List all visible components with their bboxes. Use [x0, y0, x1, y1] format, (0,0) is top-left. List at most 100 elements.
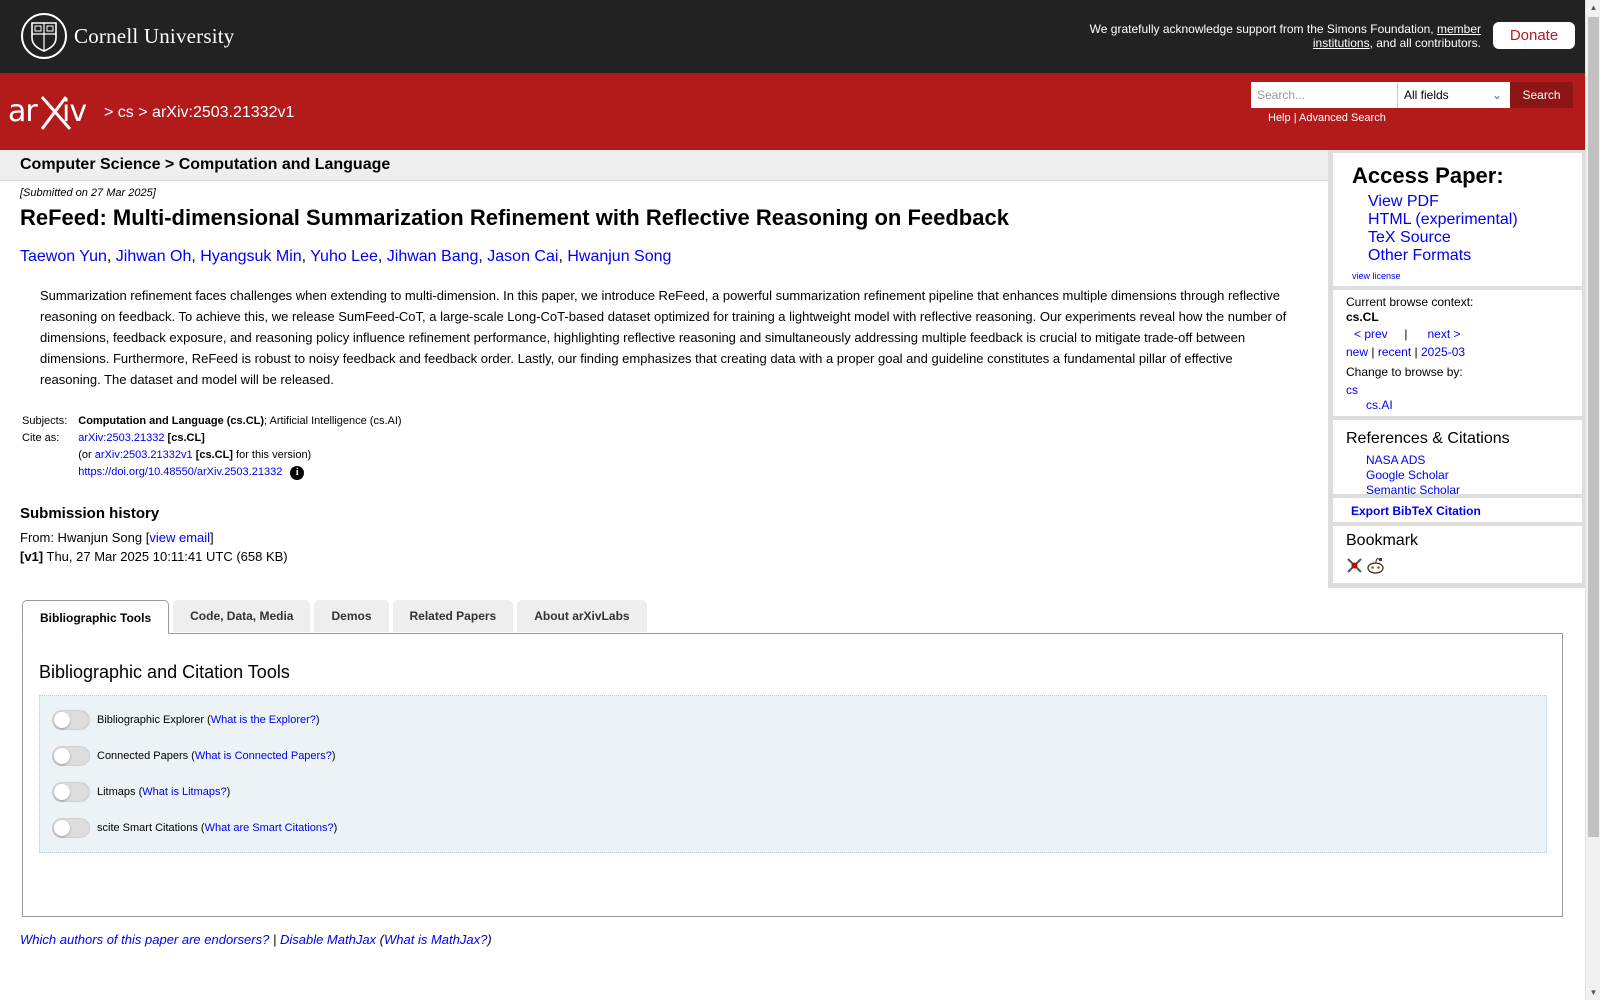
next-link[interactable]: next >	[1428, 327, 1461, 341]
scite-info-link[interactable]: What are Smart Citations?	[205, 822, 334, 834]
litmaps-toggle[interactable]	[52, 782, 90, 802]
export-bibtex-link[interactable]: Export BibTeX Citation	[1351, 504, 1481, 518]
tools-list: Bibliographic Explorer (What is the Expl…	[39, 695, 1547, 853]
search-input[interactable]: Search...	[1251, 82, 1397, 108]
page: Cornell University We gratefully acknowl…	[0, 0, 1585, 1000]
view-pdf-link[interactable]: View PDF	[1368, 193, 1518, 211]
references-box: References & Citations NASA ADS Google S…	[1333, 420, 1582, 497]
access-paper-heading: Access Paper:	[1352, 163, 1504, 188]
metadata-table: Subjects: Computation and Language (cs.C…	[20, 413, 404, 483]
search-field-select[interactable]: All fields ⌄	[1397, 82, 1510, 108]
category-heading: Computer Science > Computation and Langu…	[20, 156, 391, 173]
info-icon[interactable]: i	[290, 466, 305, 480]
author-link[interactable]: Taewon Yun	[20, 248, 107, 265]
bookmark-heading: Bookmark	[1346, 532, 1419, 549]
browse-lists: new | recent | 2025-03	[1346, 345, 1466, 359]
references-links: NASA ADS Google Scholar Semantic Scholar	[1366, 453, 1460, 498]
cornell-logo[interactable]: Cornell University	[21, 13, 235, 59]
abstract: Summarization refinement faces challenge…	[40, 288, 1287, 387]
chevron-down-icon: ⌄	[1491, 88, 1502, 102]
category-bar: Computer Science > Computation and Langu…	[0, 150, 1328, 181]
context-label: Current browse context:	[1346, 295, 1474, 309]
prev-link[interactable]: < prev	[1354, 327, 1388, 341]
access-paper-box: Access Paper: View PDF HTML (experimenta…	[1333, 153, 1582, 286]
semantic-scholar-link[interactable]: Semantic Scholar	[1366, 483, 1460, 498]
tex-source-link[interactable]: TeX Source	[1368, 229, 1518, 247]
bibsonomy-icon[interactable]	[1346, 557, 1363, 574]
submission-version: [v1] Thu, 27 Mar 2025 10:11:41 UTC (658 …	[20, 549, 288, 564]
cite-label: Cite as:	[22, 432, 60, 444]
reddit-icon[interactable]	[1366, 557, 1385, 574]
connected-papers-info-link[interactable]: What is Connected Papers?	[195, 750, 332, 762]
sidebar: Access Paper: View PDF HTML (experimenta…	[1328, 150, 1585, 588]
cite-id-link[interactable]: arXiv:2503.21332	[78, 432, 164, 444]
month-link[interactable]: 2025-03	[1421, 345, 1465, 359]
endorsers-link[interactable]: Which authors of this paper are endorser…	[20, 932, 269, 947]
search-button[interactable]: Search	[1510, 82, 1573, 108]
help-link[interactable]: Help	[1268, 112, 1291, 124]
submission-history-heading: Submission history	[20, 505, 160, 522]
scroll-down-icon[interactable]: ▼	[1586, 985, 1600, 1000]
donate-button[interactable]: Donate	[1493, 22, 1575, 49]
author-link[interactable]: Yuho Lee	[310, 248, 378, 265]
litmaps-info-link[interactable]: What is Litmaps?	[142, 786, 226, 798]
subjects-value: Computation and Language (cs.CL); Artifi…	[78, 415, 402, 427]
other-formats-link[interactable]: Other Formats	[1368, 247, 1518, 265]
context-value: cs.CL	[1346, 310, 1379, 324]
cite-version: (or arXiv:2503.21332v1 [cs.CL] for this …	[78, 449, 312, 461]
author-link[interactable]: Hyangsuk Min	[200, 248, 301, 265]
explorer-toggle[interactable]	[52, 710, 90, 730]
breadcrumb-paper-id: arXiv:2503.21332v1	[152, 104, 295, 121]
bookmark-box: Bookmark	[1333, 526, 1582, 583]
nasa-ads-link[interactable]: NASA ADS	[1366, 453, 1460, 468]
tool-row-connected-papers: Connected Papers (What is Connected Pape…	[52, 746, 336, 766]
bookmark-icons	[1346, 557, 1385, 574]
author-link[interactable]: Hwanjun Song	[567, 248, 671, 265]
recent-link[interactable]: recent	[1378, 345, 1411, 359]
support-message: We gratefully acknowledge support from t…	[1089, 22, 1481, 50]
author-link[interactable]: Jihwan Bang	[387, 248, 479, 265]
browse-csai-link[interactable]: cs.AI	[1366, 398, 1393, 412]
view-email-link[interactable]: view email	[149, 530, 210, 545]
access-links: View PDF HTML (experimental) TeX Source …	[1368, 193, 1518, 265]
doi-link[interactable]: https://doi.org/10.48550/arXiv.2503.2133…	[78, 466, 282, 478]
cite-version-link[interactable]: arXiv:2503.21332v1	[95, 449, 193, 461]
tab-bibliographic-tools[interactable]: Bibliographic Tools	[22, 600, 170, 634]
cornell-seal-icon	[21, 13, 67, 59]
export-box: Export BibTeX Citation	[1333, 498, 1582, 522]
new-link[interactable]: new	[1346, 345, 1368, 359]
author-list: Taewon Yun, Jihwan Oh, Hyangsuk Min, Yuh…	[20, 248, 672, 265]
arxiv-logo[interactable]: ar iv	[8, 91, 100, 136]
svg-text:ar: ar	[8, 94, 38, 129]
disable-mathjax-link[interactable]: Disable MathJax	[280, 932, 376, 947]
browse-cs-link[interactable]: cs	[1346, 383, 1358, 397]
breadcrumb-cs[interactable]: cs	[118, 104, 134, 121]
tab-demos[interactable]: Demos	[314, 600, 389, 632]
paper-title: ReFeed: Multi-dimensional Summarization …	[20, 205, 1009, 230]
tab-panel: Bibliographic and Citation Tools Bibliog…	[22, 633, 1563, 917]
tab-about-arxivlabs[interactable]: About arXivLabs	[517, 600, 647, 632]
subjects-label: Subjects:	[22, 415, 68, 427]
author-link[interactable]: Jihwan Oh	[116, 248, 192, 265]
top-bar: Cornell University We gratefully acknowl…	[0, 0, 1585, 73]
cite-value: arXiv:2503.21332 [cs.CL]	[78, 432, 205, 444]
advanced-search-link[interactable]: Advanced Search	[1299, 112, 1386, 124]
header-bar: ar iv > cs > arXiv:2503.21332v1 Search..…	[0, 73, 1585, 150]
tab-code-data-media[interactable]: Code, Data, Media	[173, 600, 311, 632]
google-scholar-link[interactable]: Google Scholar	[1366, 468, 1460, 483]
html-link[interactable]: HTML (experimental)	[1368, 211, 1518, 229]
what-mathjax-link[interactable]: What is MathJax?	[384, 932, 487, 947]
scroll-thumb[interactable]	[1588, 17, 1599, 837]
prev-next: < prev | next >	[1354, 327, 1461, 341]
explorer-info-link[interactable]: What is the Explorer?	[211, 714, 316, 726]
tab-related-papers[interactable]: Related Papers	[392, 600, 514, 632]
author-link[interactable]: Jason Cai	[487, 248, 558, 265]
scite-toggle[interactable]	[52, 818, 90, 838]
vertical-scrollbar[interactable]: ▲ ▼	[1585, 0, 1600, 1000]
footer-links: Which authors of this paper are endorser…	[20, 932, 492, 947]
browse-context-box: Current browse context: cs.CL < prev | n…	[1333, 290, 1582, 416]
scroll-up-icon[interactable]: ▲	[1586, 0, 1600, 15]
view-license-link[interactable]: view license	[1352, 271, 1401, 281]
tool-row-litmaps: Litmaps (What is Litmaps?)	[52, 782, 230, 802]
connected-papers-toggle[interactable]	[52, 746, 90, 766]
